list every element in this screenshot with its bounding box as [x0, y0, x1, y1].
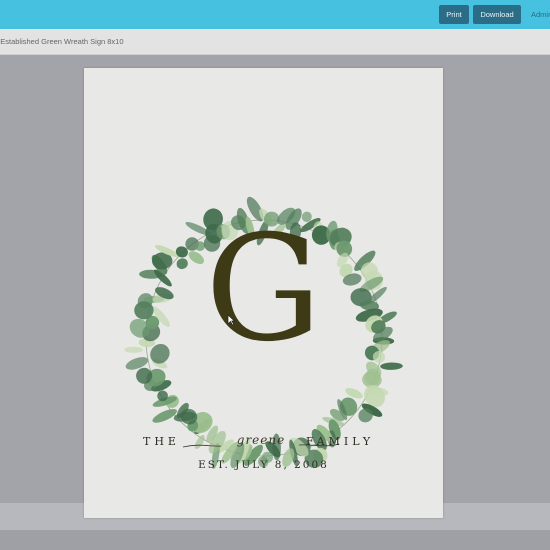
mouse-cursor-icon	[227, 314, 235, 326]
sign-preview[interactable]: G THE greene FAMILY EST. JULY 8, 2008	[84, 68, 443, 518]
family-word: FAMILY	[306, 435, 375, 448]
established-date: EST. JULY 8, 2008	[198, 459, 329, 471]
family-name-script: greene	[236, 433, 286, 447]
admin-link[interactable]: Admin	[531, 10, 550, 19]
the-word: THE	[143, 435, 180, 448]
document-title: e Established Green Wreath Sign 8x10	[0, 37, 124, 46]
monogram-letter: G	[205, 204, 322, 374]
download-button[interactable]: Download	[473, 5, 521, 24]
document-title-bar: e Established Green Wreath Sign 8x10	[0, 29, 550, 55]
top-toolbar: Print Download Admin	[0, 0, 550, 29]
bottom-strip	[0, 530, 550, 550]
family-name-line: THE greene FAMILY	[84, 433, 443, 453]
print-button[interactable]: Print	[439, 5, 469, 24]
